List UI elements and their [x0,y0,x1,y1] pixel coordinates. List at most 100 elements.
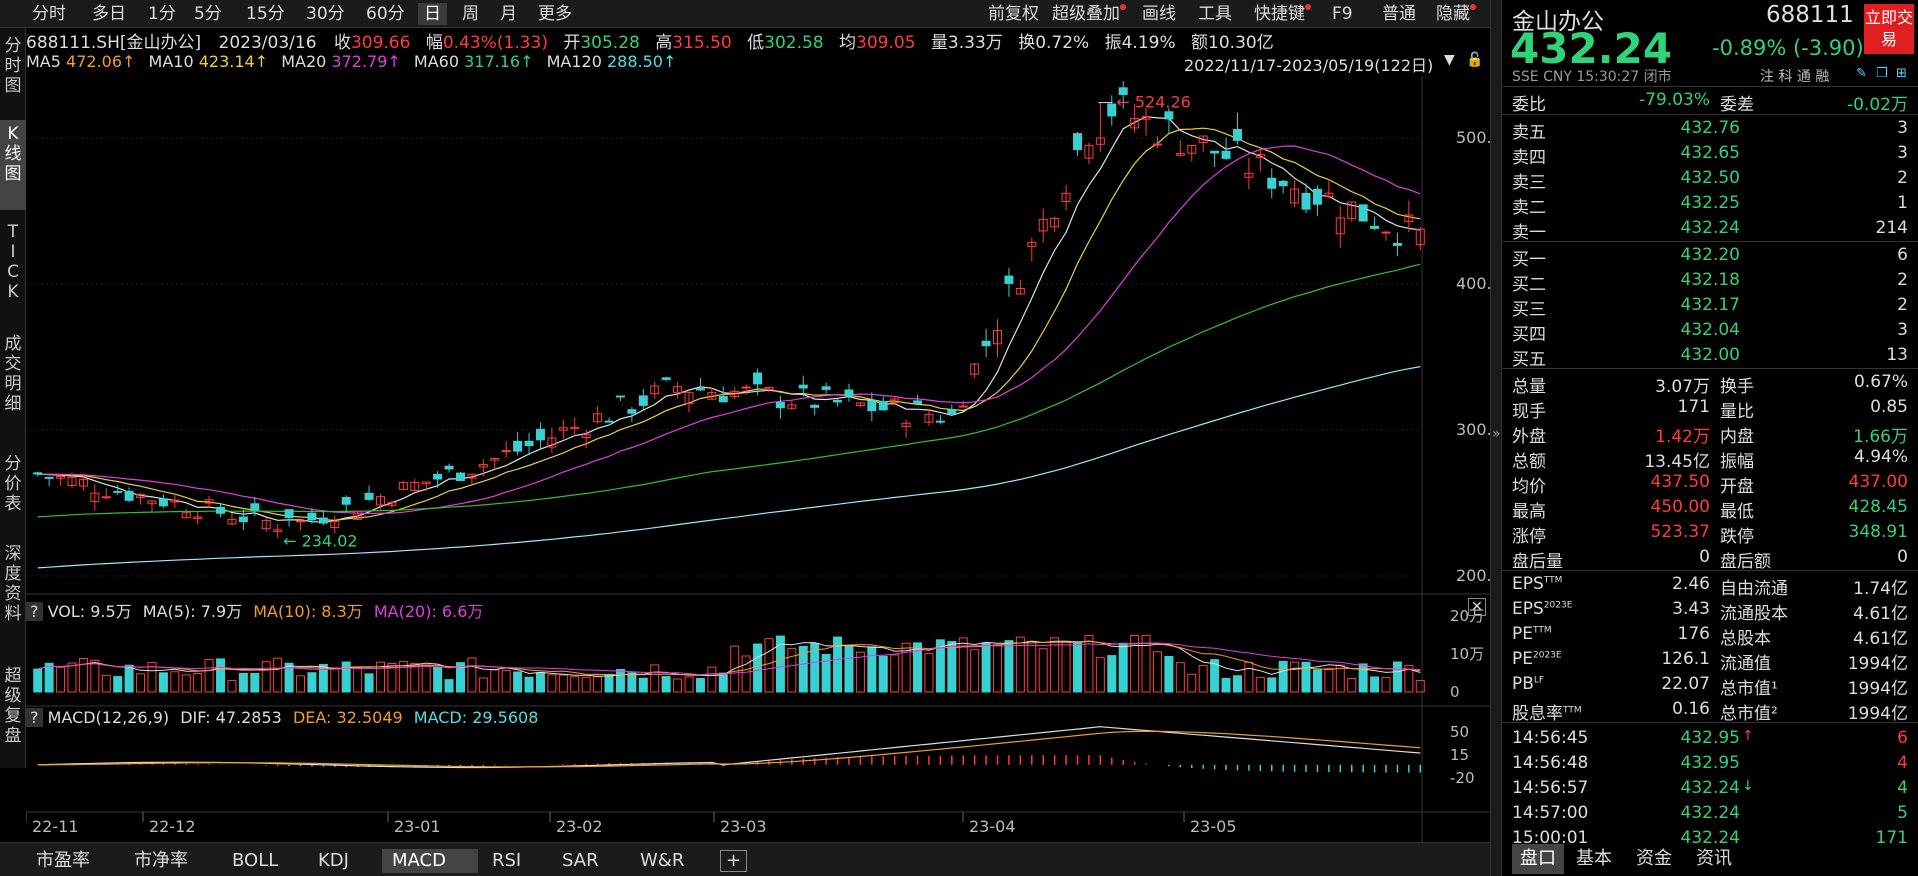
bid-row[interactable]: 买三 432.17 2 [1502,293,1918,320]
f9-button[interactable]: F9 [1326,3,1359,25]
weibi-row: 委比 -79.03% 委差 -0.02万 [1512,90,1908,115]
ask-row[interactable]: 卖五 432.76 3 [1502,116,1918,143]
range-dropdown-icon[interactable]: ▼ [1444,52,1455,68]
panel-divider[interactable]: » [1490,0,1502,876]
sidebar-replay[interactable]: 超级复盘 [0,656,26,776]
sidebar-price-table[interactable]: 分价表 [0,454,26,534]
tools-button[interactable]: 工具 [1192,3,1238,25]
edit-icon[interactable]: ✎ [1856,66,1867,81]
volume-bar [433,666,443,693]
lock-icon[interactable]: 🔓 [1466,52,1483,68]
ask-row[interactable]: 卖二 432.25 1 [1502,191,1918,218]
sidebar-kline[interactable]: K线图 [0,120,26,210]
vol-ma20: MA(20): 6.6万 [373,602,484,621]
amplitude-label: 振 [1104,33,1122,53]
period-15min[interactable]: 15分 [240,3,291,25]
tab-fund[interactable]: 资金 [1628,844,1680,874]
volume-bar [707,666,717,693]
candle-body [1232,129,1242,141]
tab-sar[interactable]: SAR [552,849,609,873]
fundamental-row: PE2023E 126.1 流通值 1994亿 [1512,649,1908,674]
bid-row[interactable]: 买五 432.00 13 [1502,343,1918,370]
volume-bar [855,651,865,693]
volume-bar [1301,661,1311,693]
volume-bar [1038,648,1048,693]
period-5min[interactable]: 5分 [188,3,228,25]
add-indicator-icon[interactable]: + [720,850,748,872]
volume-bar [341,661,351,693]
window-icon[interactable]: ❐ [1876,66,1888,81]
overlay-button[interactable]: 超级叠加 [1046,3,1126,25]
tab-basic[interactable]: 基本 [1568,844,1620,874]
normal-button[interactable]: 普通 [1376,3,1422,25]
period-more[interactable]: 更多 [532,3,578,25]
ask-row[interactable]: 卖三 432.50 2 [1502,166,1918,193]
bid-row[interactable]: 买一 432.20 6 [1502,243,1918,270]
hotkey-button[interactable]: 快捷键 [1248,3,1311,25]
tab-boll[interactable]: BOLL [222,849,288,873]
period-multiday[interactable]: 多日 [86,3,132,25]
sidebar-tick[interactable]: TICK [0,222,26,322]
period-month[interactable]: 月 [494,3,523,25]
candle-body [1278,180,1288,187]
tab-wr[interactable]: W&R [630,849,694,873]
period-week[interactable]: 周 [456,3,485,25]
help-icon[interactable]: ? [26,708,43,727]
period-30min[interactable]: 30分 [300,3,351,25]
candle-body [524,440,534,447]
candle-body [1073,133,1082,151]
bid-row[interactable]: 买四 432.04 3 [1502,318,1918,345]
period-60min[interactable]: 60分 [360,3,411,25]
bid-row[interactable]: 买二 432.18 2 [1502,268,1918,295]
volume-bar [593,676,603,693]
draw-button[interactable]: 画线 [1136,3,1182,25]
ma20-label: MA20 [281,52,327,71]
hide-button[interactable]: 隐藏 [1430,3,1476,25]
volume-bar [421,664,431,693]
ask-row[interactable]: 卖四 432.65 3 [1502,141,1918,168]
volume-bar [1095,657,1105,693]
volume-bar [261,661,271,693]
collapse-arrow-icon[interactable]: » [1492,426,1501,442]
view-sidebar: 分时图 K线图 TICK 成交明细 分价表 深度资料 超级复盘 [0,28,26,768]
candle-body [627,409,637,414]
sidebar-trade-detail[interactable]: 成交明细 [0,334,26,454]
ma60-line [37,263,1421,518]
candle-body [1392,242,1402,246]
tab-pankou[interactable]: 盘口 [1512,844,1564,874]
high-label: 高 [655,33,673,53]
ma10-label: MA10 [148,52,194,71]
volume-bar [730,645,740,693]
help-icon[interactable]: ? [26,602,43,621]
tab-pe[interactable]: 市盈率 [26,849,100,873]
volume-bar [867,646,877,693]
candle-body [1152,143,1162,146]
volume-bar [878,655,888,693]
date-range[interactable]: 2022/11/17-2023/05/19(122日) [1184,52,1433,76]
tab-pb[interactable]: 市净率 [124,849,198,873]
candle-body [535,428,545,441]
period-day[interactable]: 日 [418,3,447,25]
period-1min[interactable]: 1分 [142,3,182,25]
adjust-button[interactable]: 前复权 [982,3,1045,25]
close-icon[interactable]: ✕ [1468,598,1486,616]
tab-rsi[interactable]: RSI [482,849,531,873]
ma10-value: 423.14↑ [198,52,269,71]
sidebar-depth[interactable]: 深度资料 [0,544,26,644]
candle-body [1004,275,1014,284]
range-label: 幅 [425,33,443,53]
period-timeshare[interactable]: 分时 [26,3,72,25]
volume-bar [330,667,340,693]
tab-macd[interactable]: MACD [382,849,478,873]
stat-row: 盘后量 0 盘后额 0 [1512,547,1908,572]
tab-news[interactable]: 资讯 [1688,844,1740,874]
price-change: -0.89% (-3.90) [1712,36,1864,60]
ask-row[interactable]: 卖一 432.24 214 [1502,216,1918,243]
add-icon[interactable]: ⊞ [1896,66,1907,81]
trade-button[interactable]: 立即交易 [1864,4,1914,54]
candle-body [1370,225,1380,229]
x-axis-label: 23-04 [969,817,1016,836]
volume-bar [1278,660,1288,693]
sidebar-timeshare[interactable]: 分时图 [0,36,26,108]
tab-kdj[interactable]: KDJ [308,849,359,873]
